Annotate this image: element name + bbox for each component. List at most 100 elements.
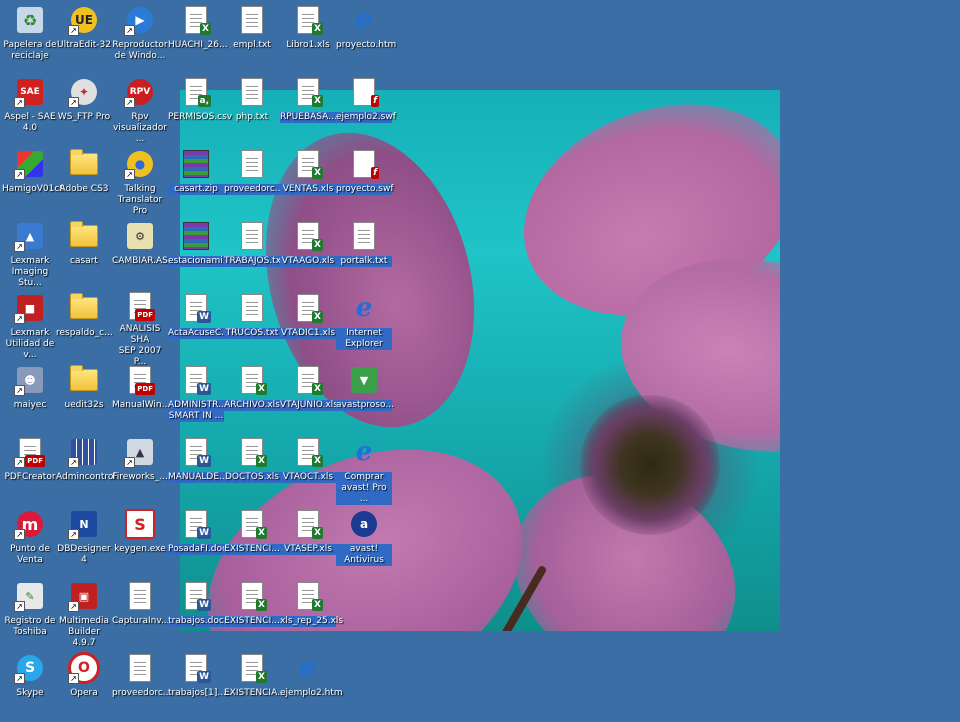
desktop-icon-label: respaldo_c... bbox=[56, 328, 113, 338]
excel-icon: X bbox=[236, 436, 268, 468]
desktop-icon[interactable]: ↗ HamigoV01c9 bbox=[2, 146, 66, 218]
desktop-icon[interactable]: X VTAJUNIO.xls bbox=[280, 362, 338, 434]
desktop-icon[interactable]: X VTAOCT.xls bbox=[280, 434, 336, 506]
folder-icon bbox=[68, 220, 100, 252]
desktop-icon[interactable]: TRUCOS.txt bbox=[224, 290, 280, 362]
desktop-icon[interactable]: N ↗ DBDesigner 4 bbox=[56, 506, 112, 578]
desktop-icon[interactable]: X DOCTOS.xls bbox=[224, 434, 280, 506]
desktop-icon[interactable]: X ARCHIVO.xls bbox=[224, 362, 280, 434]
installer-icon: ▼ bbox=[348, 364, 380, 396]
desktop-icon-label: Admincontrol bbox=[56, 472, 116, 482]
desktop-icon[interactable]: portalk.txt bbox=[336, 218, 392, 290]
desktop-icon[interactable]: X VTADIC1.xls bbox=[280, 290, 336, 362]
desktop-icon[interactable]: W ADMINISTR... SMART IN ... bbox=[168, 362, 227, 434]
desktop-icon[interactable]: e Internet Explorer bbox=[336, 290, 392, 362]
desktop-icon[interactable]: php.txt bbox=[224, 74, 280, 146]
globe-icon: ● ↗ bbox=[124, 148, 156, 180]
desktop-icon[interactable]: O ↗ Opera bbox=[56, 650, 112, 722]
desktop-icon[interactable]: CapturaInv... bbox=[112, 578, 170, 650]
desktop-icon[interactable]: Wtrabajos.doc bbox=[168, 578, 224, 650]
desktop-icon[interactable]: SAE ↗ Aspel - SAE 4.0 bbox=[2, 74, 58, 146]
desktop-icon[interactable]: casart.zip bbox=[168, 146, 224, 218]
desktop-icon-label: Rpv visualizador ... bbox=[113, 112, 167, 144]
desktop-icon[interactable]: PDF ↗ PDFCreator bbox=[2, 434, 58, 506]
desktop-icon[interactable]: ■ ↗ Lexmark Utilidad de v... bbox=[2, 290, 58, 362]
desktop-icon-label: Opera bbox=[70, 688, 98, 698]
desktop-icon[interactable]: X EXISTENCI... bbox=[224, 578, 280, 650]
desktop-icon[interactable]: X RPUEBASA... bbox=[280, 74, 337, 146]
desktop-icon[interactable]: PDF ManualWin... bbox=[112, 362, 170, 434]
desktop-icon[interactable]: UE ↗ UltraEdit-32 bbox=[56, 2, 112, 74]
text-file-icon bbox=[236, 76, 268, 108]
desktop-icon[interactable]: uedit32s bbox=[56, 362, 112, 434]
desktop-icon[interactable]: e Comprar avast! Pro ... bbox=[336, 434, 392, 506]
desktop-icon-label: trabajos[1].... bbox=[168, 688, 229, 698]
desktop-icon-label: Reproductor de Windo... bbox=[112, 40, 168, 61]
desktop-icon[interactable]: ✎ ↗ Registro de Toshiba bbox=[2, 578, 58, 650]
desktop-icon[interactable]: Adobe CS3 bbox=[56, 146, 112, 218]
desktop-icon-label: Papelera de reciclaje bbox=[3, 40, 57, 61]
toshiba-registration-icon: ✎ ↗ bbox=[14, 580, 46, 612]
desktop-icon[interactable]: X EXISTENCIA... bbox=[224, 650, 286, 722]
desktop-icon[interactable]: Wtrabajos[1].... bbox=[168, 650, 229, 722]
media-player-icon: ▶ ↗ bbox=[124, 4, 156, 36]
desktop-icon[interactable]: RPV ↗ Rpv visualizador ... bbox=[112, 74, 168, 146]
desktop-icon-label: PERMISOS.csv bbox=[168, 112, 233, 122]
desktop-icon-label: ActaAcuseC... bbox=[168, 328, 230, 339]
desktop-icon[interactable]: f proyecto.swf bbox=[336, 146, 394, 218]
desktop-icon[interactable]: X VENTAS.xls bbox=[280, 146, 336, 218]
desktop-icon[interactable]: a, PERMISOS.csv bbox=[168, 74, 233, 146]
desktop-icon-label: ejemplo2.swf bbox=[336, 112, 396, 123]
desktop-icon[interactable]: proveedorc... bbox=[224, 146, 283, 218]
desktop-icon-label: EXISTENCI... bbox=[224, 616, 280, 627]
desktop-icon[interactable]: ▲ ↗ Fireworks_... bbox=[112, 434, 168, 506]
csv-icon: a, bbox=[180, 76, 212, 108]
excel-icon: X bbox=[236, 364, 268, 396]
desktop-icon-label: estacionami... bbox=[168, 256, 232, 267]
desktop-icon[interactable]: PDF ANALISIS SHA SEP 2007 P... bbox=[112, 290, 168, 367]
desktop-icon[interactable]: X HUACHI_26... bbox=[168, 2, 228, 74]
desktop-icon[interactable]: ● ↗ Talking Translator Pro bbox=[112, 146, 168, 218]
desktop-icon[interactable]: ✦ ↗ WS_FTP Pro bbox=[56, 74, 112, 146]
desktop-icon[interactable]: respaldo_c... bbox=[56, 290, 113, 362]
desktop-icon[interactable]: X VTAAGO.xls bbox=[280, 218, 336, 290]
ultraedit-icon: UE ↗ bbox=[68, 4, 100, 36]
desktop-icon-label: PDFCreator bbox=[4, 472, 56, 482]
desktop-icon[interactable]: ▼ avastproso... bbox=[336, 362, 394, 434]
desktop-icon[interactable]: W ActaAcuseC... bbox=[168, 290, 230, 362]
desktop-icon-label: Registro de Toshiba bbox=[4, 616, 56, 637]
desktop-icon[interactable]: Skeygen.exe bbox=[112, 506, 168, 578]
desktop-icon[interactable]: Xxls_rep_25.xls bbox=[280, 578, 343, 650]
desktop-icon[interactable]: X EXISTENCI... bbox=[224, 506, 280, 578]
desktop-icon[interactable]: ⚙ CAMBIAR.ASP bbox=[112, 218, 173, 290]
desktop-icon-label: VTASEP.xls bbox=[280, 544, 336, 555]
recycle-bin-icon: ♻ bbox=[14, 4, 46, 36]
rpv-icon: RPV ↗ bbox=[124, 76, 156, 108]
desktop-icon-label: HamigoV01c9 bbox=[2, 184, 66, 194]
desktop-icon[interactable]: e ejemplo2.htm bbox=[280, 650, 343, 722]
desktop-icon[interactable]: X VTASEP.xls bbox=[280, 506, 336, 578]
desktop-icon[interactable]: W MANUALDE... bbox=[168, 434, 228, 506]
desktop-icon[interactable]: m ↗ Punto de Venta bbox=[2, 506, 58, 578]
desktop-icon[interactable]: ♻ Papelera de reciclaje bbox=[2, 2, 58, 74]
desktop-icon[interactable]: a avast! Antivirus bbox=[336, 506, 392, 578]
desktop-icon[interactable]: e proyecto.htm bbox=[336, 2, 396, 74]
desktop-icon[interactable]: X Libro1.xls bbox=[280, 2, 336, 74]
excel-icon: X bbox=[236, 580, 268, 612]
desktop-icon[interactable]: ▲ ↗ Lexmark Imaging Stu... bbox=[2, 218, 58, 290]
desktop-icon[interactable]: empl.txt bbox=[224, 2, 280, 74]
desktop-icon[interactable]: ☻ ↗ maiyec bbox=[2, 362, 58, 434]
desktop-icon[interactable]: casart bbox=[56, 218, 112, 290]
folder-icon bbox=[68, 292, 100, 324]
desktop-icon[interactable]: f ejemplo2.swf bbox=[336, 74, 396, 146]
desktop-icon[interactable]: TRABAJOS.txt bbox=[224, 218, 285, 290]
desktop-icon[interactable]: estacionami... bbox=[168, 218, 232, 290]
desktop-icon[interactable]: S ↗ Skype bbox=[2, 650, 58, 722]
desktop-icon[interactable]: ▣ ↗ Multimedia Builder 4.9.7 bbox=[56, 578, 112, 650]
desktop-icon-label: VTADIC1.xls bbox=[280, 328, 336, 339]
desktop-icon[interactable]: W PosadaFI.doc bbox=[168, 506, 227, 578]
desktop-icon[interactable]: ▶ ↗ Reproductor de Windo... bbox=[112, 2, 168, 74]
desktop-icon[interactable]: proveedorc... bbox=[112, 650, 171, 722]
desktop-icon-label: CapturaInv... bbox=[112, 616, 170, 626]
desktop-icon[interactable]: ↗ Admincontrol bbox=[56, 434, 116, 506]
